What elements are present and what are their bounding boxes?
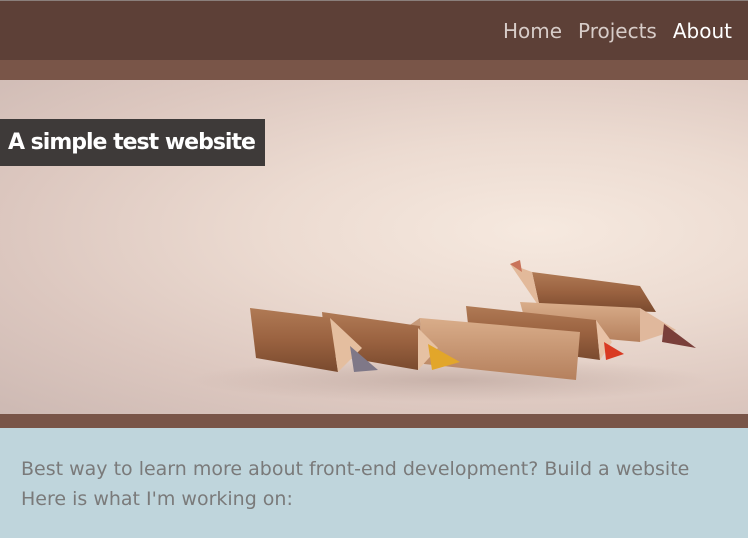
working-on-text: Here is what I'm working on: [21,488,293,510]
intro-text: Best way to learn more about front-end d… [21,458,690,480]
navbar: Home Projects About [0,1,748,60]
hero-bottom-band [0,414,748,428]
nav-menu: Home Projects About [503,18,732,44]
nav-link-about[interactable]: About [673,18,732,44]
main-content: Best way to learn more about front-end d… [0,428,748,514]
nav-link-projects[interactable]: Projects [578,18,657,44]
site-title: A simple test website [0,119,265,166]
nav-link-home[interactable]: Home [503,18,562,44]
header-accent-band [0,60,748,80]
hero-banner: A simple test website [0,80,748,414]
